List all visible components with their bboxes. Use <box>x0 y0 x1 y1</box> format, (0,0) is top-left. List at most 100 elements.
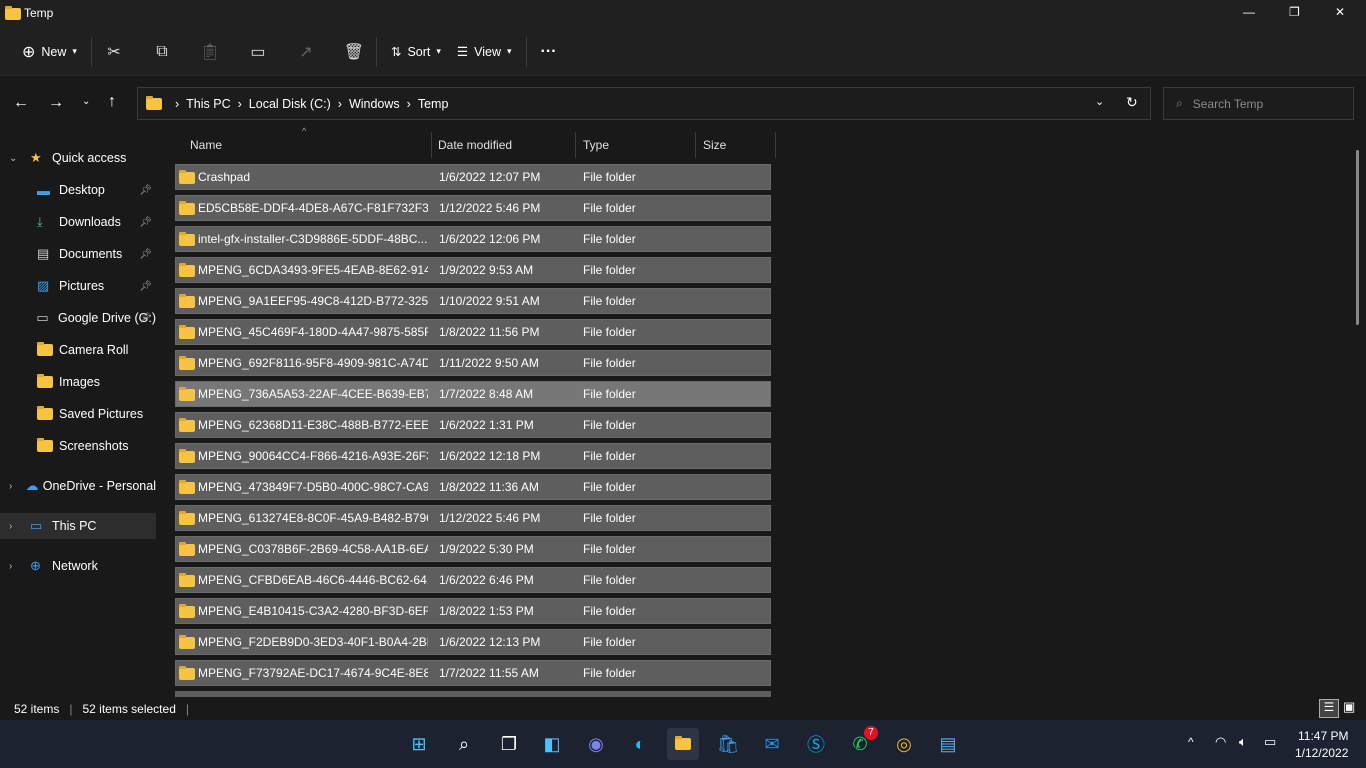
file-row[interactable]: MPENG_CFBD6EAB-46C6-4446-BC62-64... 1/6/… <box>175 567 771 593</box>
file-row[interactable]: MPENG_C0378B6F-2B69-4C58-AA1B-6EA... 1/9… <box>175 536 771 562</box>
forward-icon[interactable]: → <box>48 94 64 112</box>
scrollbar-thumb[interactable] <box>1356 150 1359 325</box>
sidebar-item-network[interactable]: › ⊕ Network <box>0 553 156 579</box>
cut-icon[interactable]: ✂ <box>98 42 130 62</box>
skype-icon[interactable]: Ⓢ <box>800 728 832 760</box>
file-explorer-icon[interactable] <box>667 728 699 760</box>
column-header-size[interactable]: Size <box>695 132 776 158</box>
clock-date[interactable]: 1/12/2022 <box>1295 746 1348 760</box>
address-bar[interactable]: › This PC › Local Disk (C:) › Windows › Temp… <box>137 87 1151 120</box>
tiles-view-icon[interactable]: ▣ <box>1343 699 1355 715</box>
wifi-icon[interactable]: ◠ <box>1215 734 1226 750</box>
sidebar-item-screenshots[interactable]: Screenshots <box>0 433 156 459</box>
rename-icon[interactable]: ▭ <box>242 42 274 62</box>
file-row[interactable]: MPENG_6CDA3493-9FE5-4EAB-8E62-914... 1/9… <box>175 257 771 283</box>
chat-icon[interactable]: ◉ <box>580 728 612 760</box>
pin-icon[interactable]: 📌︎ <box>139 185 152 196</box>
sidebar-item-quick-access[interactable]: ⌄ ★ Quick access <box>0 145 156 171</box>
store-icon[interactable]: 🛍︎ <box>712 728 744 760</box>
breadcrumb-temp[interactable]: Temp <box>418 97 449 111</box>
refresh-icon[interactable]: ↻ <box>1126 94 1138 111</box>
search-icon: ⌕ <box>1176 96 1183 110</box>
app-icon[interactable]: ▤ <box>932 728 964 760</box>
close-button[interactable]: ✕ <box>1335 5 1345 19</box>
chevron-right-icon[interactable]: › <box>0 481 25 492</box>
pin-icon[interactable]: 📌︎ <box>139 249 152 260</box>
pin-icon[interactable]: 📌︎ <box>139 281 152 292</box>
details-view-icon[interactable]: ☰ <box>1319 699 1339 718</box>
file-row[interactable]: ED5CB58E-DDF4-4DE8-A67C-F81F732F33... 1/… <box>175 195 771 221</box>
pin-icon[interactable]: 📌︎ <box>139 313 152 324</box>
share-icon[interactable]: ↗ <box>290 42 322 62</box>
file-row[interactable]: MPENG_E4B10415-C3A2-4280-BF3D-6EF... 1/8… <box>175 598 771 624</box>
file-row[interactable]: MPENG_F73792AE-DC17-4674-9C4E-8E8... 1/7… <box>175 660 771 686</box>
chevron-right-icon[interactable]: › <box>0 521 30 532</box>
breadcrumb-this-pc[interactable]: This PC <box>186 97 230 111</box>
volume-icon[interactable]: 🔈︎ <box>1239 734 1247 750</box>
mail-icon[interactable]: ✉ <box>756 728 788 760</box>
recent-chevron-icon[interactable]: ⌄ <box>82 96 90 107</box>
file-row[interactable]: MPENG_45C469F4-180D-4A47-9875-585F... 1/… <box>175 319 771 345</box>
tray-overflow-icon[interactable]: ^ <box>1188 735 1194 749</box>
maximize-button[interactable]: ❐ <box>1289 5 1300 19</box>
up-icon[interactable]: ↑ <box>108 93 116 111</box>
task-view-icon[interactable]: ❐ <box>493 728 525 760</box>
sidebar-item-onedrive-personal[interactable]: › ☁ OneDrive - Personal <box>0 473 156 499</box>
sort-button[interactable]: ⇅ Sort ▾ <box>383 36 449 68</box>
search-placeholder: Search Temp <box>1192 96 1264 111</box>
sidebar-item-documents[interactable]: ▤ Documents 📌︎ <box>0 241 156 267</box>
sidebar-item-pictures[interactable]: ▨ Pictures 📌︎ <box>0 273 156 299</box>
chevron-right-icon[interactable]: › <box>0 561 30 572</box>
copy-icon[interactable]: ⧉ <box>146 43 178 61</box>
sidebar-item-google-drive-g[interactable]: ▭ Google Drive (G:) 📌︎ <box>0 305 156 331</box>
sidebar-item-desktop[interactable]: ▬ Desktop 📌︎ <box>0 177 156 203</box>
address-dropdown-icon[interactable]: ⌄ <box>1095 95 1104 108</box>
back-icon[interactable]: ← <box>13 94 29 112</box>
column-header-name[interactable]: Name ^ <box>182 126 432 158</box>
file-row[interactable]: MPENG_692F8116-95F8-4909-981C-A74D... 1/… <box>175 350 771 376</box>
file-name: MPENG_613274E8-8C0F-45A9-B482-B796... <box>198 511 428 525</box>
sidebar-item-camera-roll[interactable]: Camera Roll <box>0 337 156 363</box>
edge-icon[interactable]: ◐ <box>624 728 656 760</box>
search-input[interactable]: ⌕ Search Temp <box>1163 87 1354 120</box>
chevron-down-icon[interactable]: ⌄ <box>0 153 30 164</box>
taskbar: ⊞ ⌕ ❐ ◧ ◉ ◐ 🛍︎ ✉ Ⓢ ✆ 7 ◎ ▤ ^ ◠ 🔈︎ ▭ 11:47… <box>0 720 1366 768</box>
sidebar-item-saved-pictures[interactable]: Saved Pictures <box>0 401 156 427</box>
breadcrumb-windows[interactable]: Windows <box>349 97 400 111</box>
status-bar: 52 items | 52 items selected | ☰ ▣ <box>0 698 1366 720</box>
breadcrumb-local-disk[interactable]: Local Disk (C:) <box>249 97 331 111</box>
file-row[interactable]: MPENG_613274E8-8C0F-45A9-B482-B796... 1/… <box>175 505 771 531</box>
file-row[interactable]: MPENG_62368D11-E38C-488B-B772-EEE0... 1/… <box>175 412 771 438</box>
minimize-button[interactable]: — <box>1243 5 1255 19</box>
file-date: 1/7/2022 8:48 AM <box>439 387 534 401</box>
file-row[interactable]: MPENG_90064CC4-F866-4216-A93E-26F3... 1/… <box>175 443 771 469</box>
column-header-type[interactable]: Type <box>575 132 696 158</box>
file-date: 1/11/2022 9:50 AM <box>439 356 539 370</box>
column-header-date[interactable]: Date modified <box>430 132 576 158</box>
paste-icon[interactable]: 📋︎ <box>194 42 226 62</box>
view-button[interactable]: ☰ View ▾ <box>449 36 520 68</box>
sidebar-item-images[interactable]: Images <box>0 369 156 395</box>
chrome-icon[interactable]: ◎ <box>888 728 920 760</box>
more-button[interactable]: ··· <box>533 36 565 68</box>
battery-icon[interactable]: ▭ <box>1264 734 1276 750</box>
sidebar-item-this-pc[interactable]: › ▭ This PC <box>0 513 156 539</box>
file-row[interactable]: MPENG_F2DEB9D0-3ED3-40F1-B0A4-2BB... 1/6… <box>175 629 771 655</box>
sidebar-item-downloads[interactable]: ⤓ Downloads 📌︎ <box>0 209 156 235</box>
file-row[interactable]: intel-gfx-installer-C3D9886E-5DDF-48BC..… <box>175 226 771 252</box>
header-label: Type <box>583 138 610 152</box>
file-type: File folder <box>583 666 636 680</box>
new-button[interactable]: ⊕ New ▾ <box>14 36 85 68</box>
start-icon[interactable]: ⊞ <box>403 728 435 760</box>
search-icon[interactable]: ⌕ <box>448 728 480 760</box>
delete-icon[interactable]: 🗑︎ <box>338 42 370 62</box>
file-row[interactable]: MPENG_9A1EEF95-49C8-412D-B772-325... 1/1… <box>175 288 771 314</box>
file-row[interactable]: MPENG_473849F7-D5B0-400C-98C7-CA9... 1/8… <box>175 474 771 500</box>
file-row[interactable]: Crashpad 1/6/2022 12:07 PM File folder <box>175 164 771 190</box>
divider <box>90 36 92 67</box>
whatsapp-icon[interactable]: ✆ 7 <box>844 726 878 760</box>
pin-icon[interactable]: 📌︎ <box>139 217 152 228</box>
file-row[interactable]: MPENG_736A5A53-22AF-4CEE-B639-EB7... 1/7… <box>175 381 771 407</box>
clock-time[interactable]: 11:47 PM <box>1298 729 1348 743</box>
widgets-icon[interactable]: ◧ <box>536 728 568 760</box>
